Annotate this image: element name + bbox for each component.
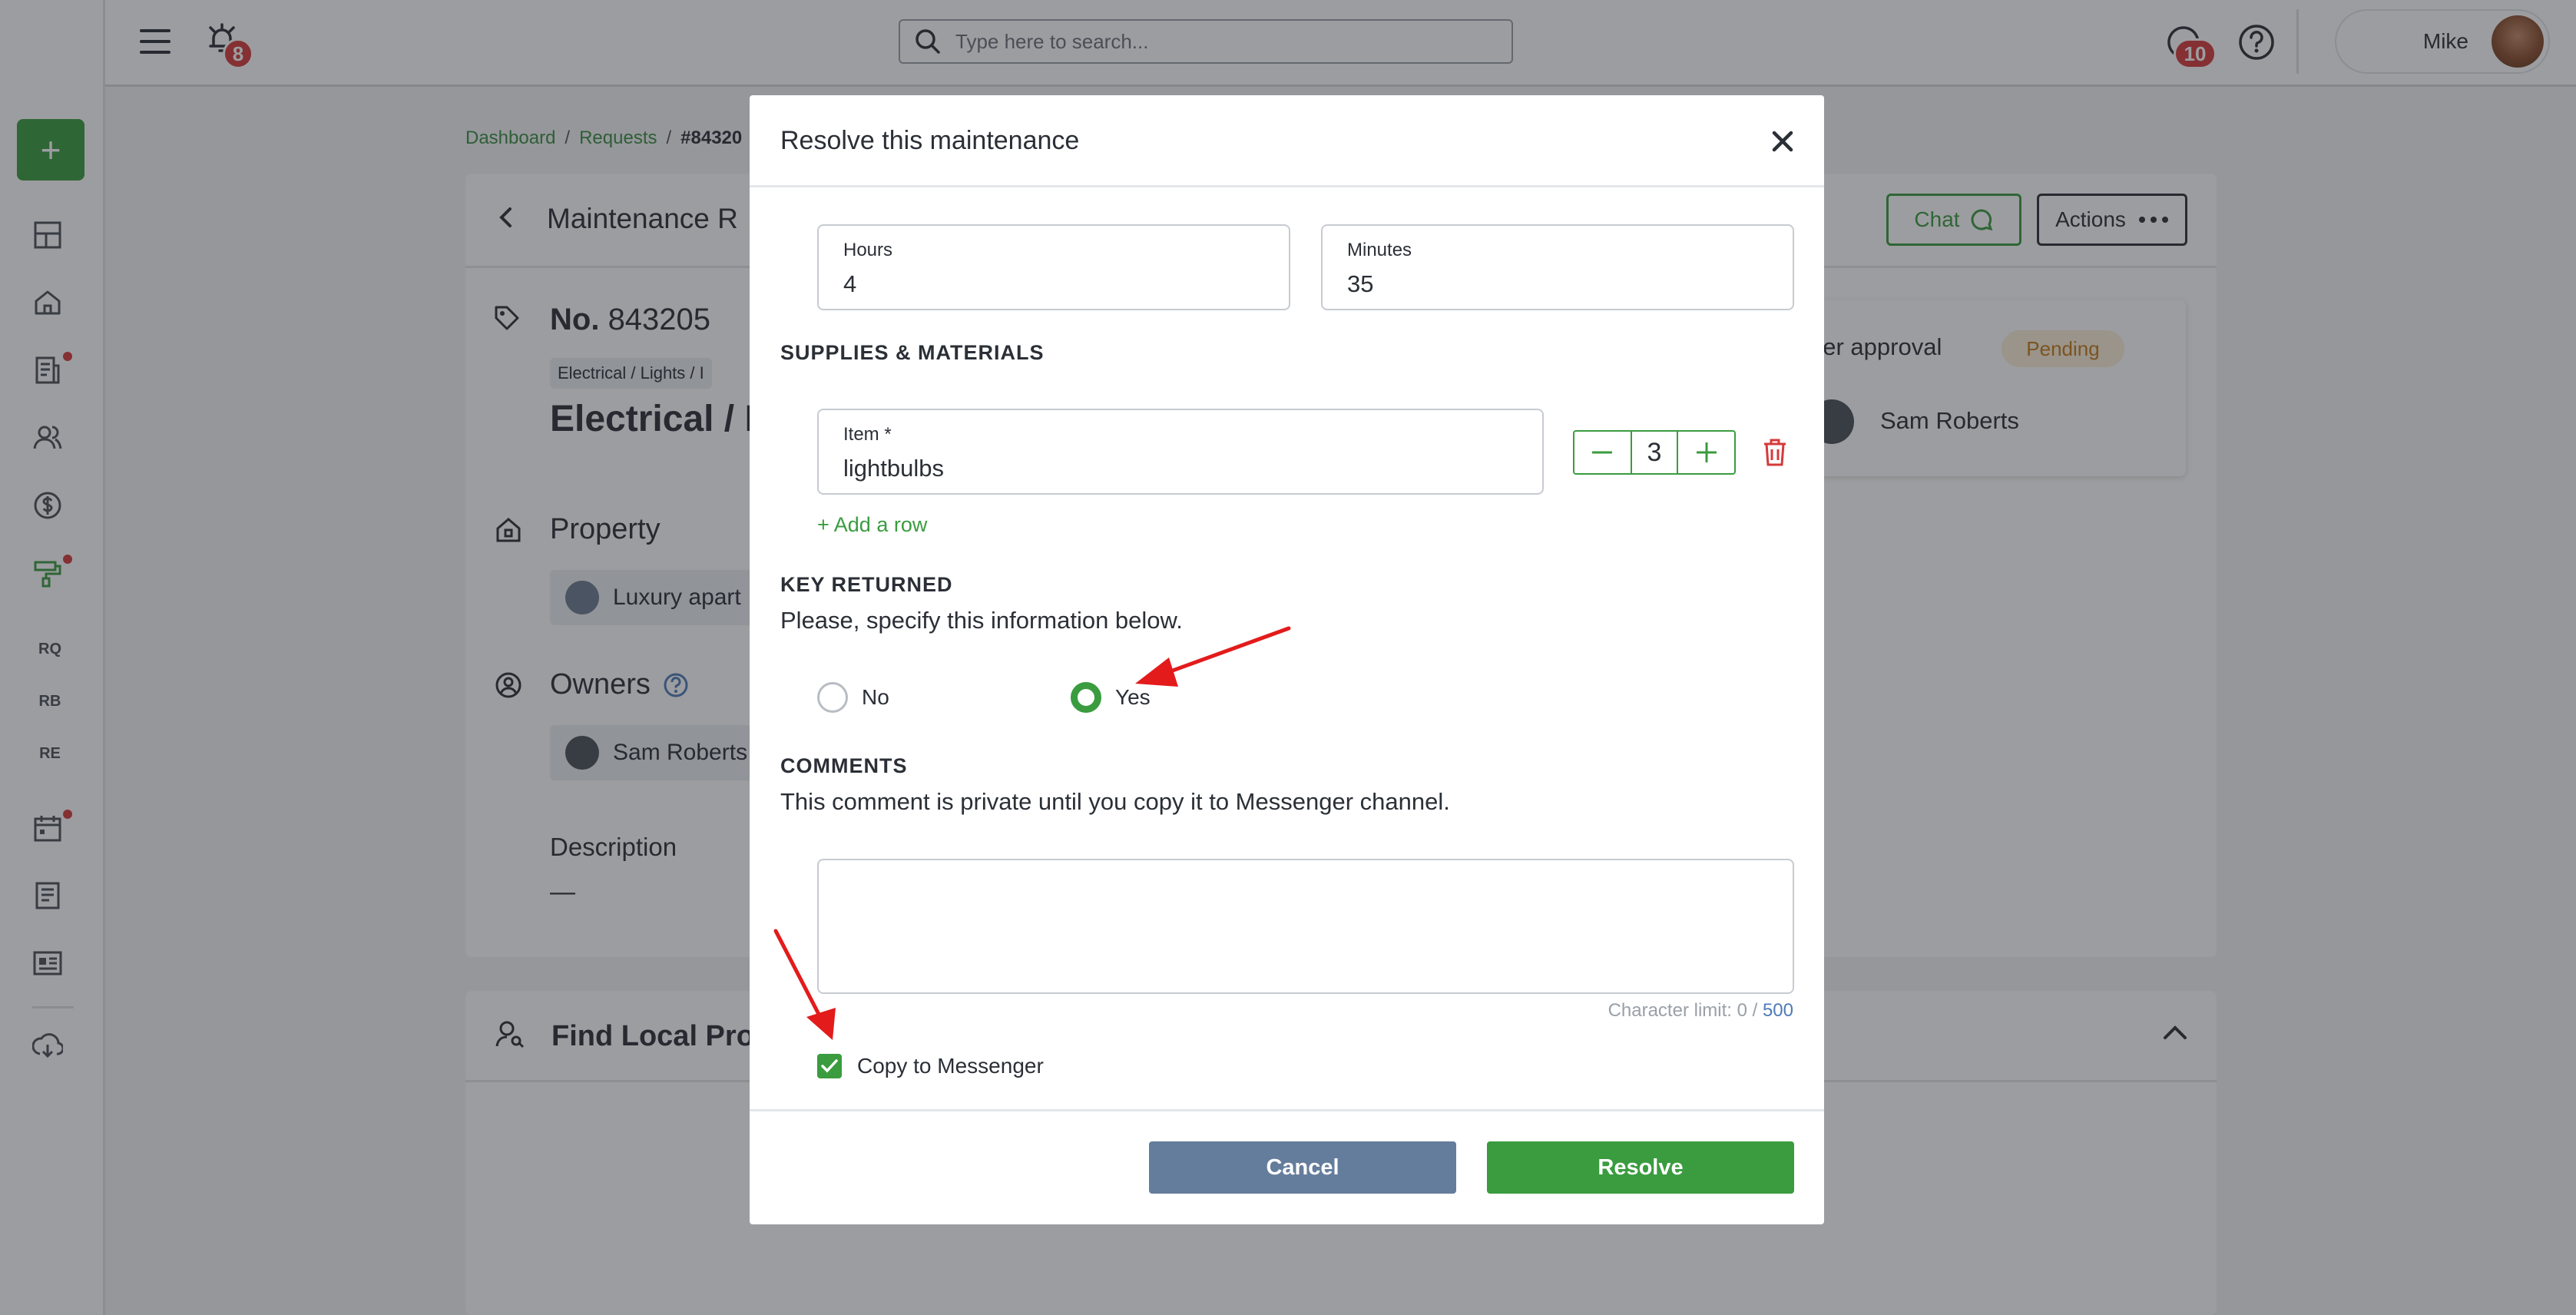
item-field[interactable]: Item * lightbulbs — [817, 409, 1544, 495]
modal-footer-divider — [750, 1109, 1824, 1111]
minutes-value: 35 — [1347, 270, 1374, 297]
minutes-label: Minutes — [1347, 240, 1412, 260]
add-row-link[interactable]: + Add a row — [817, 513, 927, 537]
trash-icon[interactable] — [1762, 438, 1788, 467]
comments-note: This comment is private until you copy i… — [780, 788, 1450, 815]
decrement-button[interactable] — [1574, 432, 1631, 473]
radio-yes-circle — [1071, 682, 1101, 713]
hours-value: 4 — [843, 270, 857, 297]
copy-to-messenger-checkbox[interactable]: Copy to Messenger — [817, 1054, 1044, 1078]
modal-title: Resolve this maintenance — [780, 126, 1080, 155]
key-returned-heading: KEY RETURNED — [780, 573, 953, 596]
char-limit-label: Character limit: 0 / — [1608, 1000, 1758, 1021]
checkbox-check-icon — [817, 1054, 842, 1078]
key-returned-no-radio[interactable]: No — [817, 682, 889, 713]
modal-header: Resolve this maintenance — [750, 95, 1824, 187]
close-icon[interactable] — [1767, 126, 1798, 157]
radio-no-label: No — [862, 685, 889, 709]
radio-no-circle — [817, 682, 848, 713]
item-label: Item * — [843, 424, 892, 445]
copy-to-messenger-label: Copy to Messenger — [857, 1054, 1044, 1078]
comments-heading: COMMENTS — [780, 754, 908, 777]
minutes-field[interactable]: Minutes 35 — [1321, 224, 1794, 310]
hours-field[interactable]: Hours 4 — [817, 224, 1290, 310]
resolve-button[interactable]: Resolve — [1487, 1141, 1794, 1194]
supplies-heading: SUPPLIES & MATERIALS — [780, 341, 1045, 364]
char-limit-max: 500 — [1762, 1000, 1793, 1021]
increment-button[interactable] — [1678, 432, 1734, 473]
annotation-arrow-checkbox — [773, 929, 836, 1040]
cancel-button[interactable]: Cancel — [1149, 1141, 1456, 1194]
quantity-stepper: 3 — [1573, 430, 1736, 475]
character-limit: Character limit: 0 / 500 — [1608, 1000, 1793, 1022]
item-value: lightbulbs — [843, 455, 944, 482]
hours-label: Hours — [843, 240, 893, 260]
quantity-value[interactable]: 3 — [1630, 432, 1679, 473]
annotation-arrow-yes — [1135, 626, 1291, 687]
comment-textarea[interactable] — [817, 859, 1794, 994]
